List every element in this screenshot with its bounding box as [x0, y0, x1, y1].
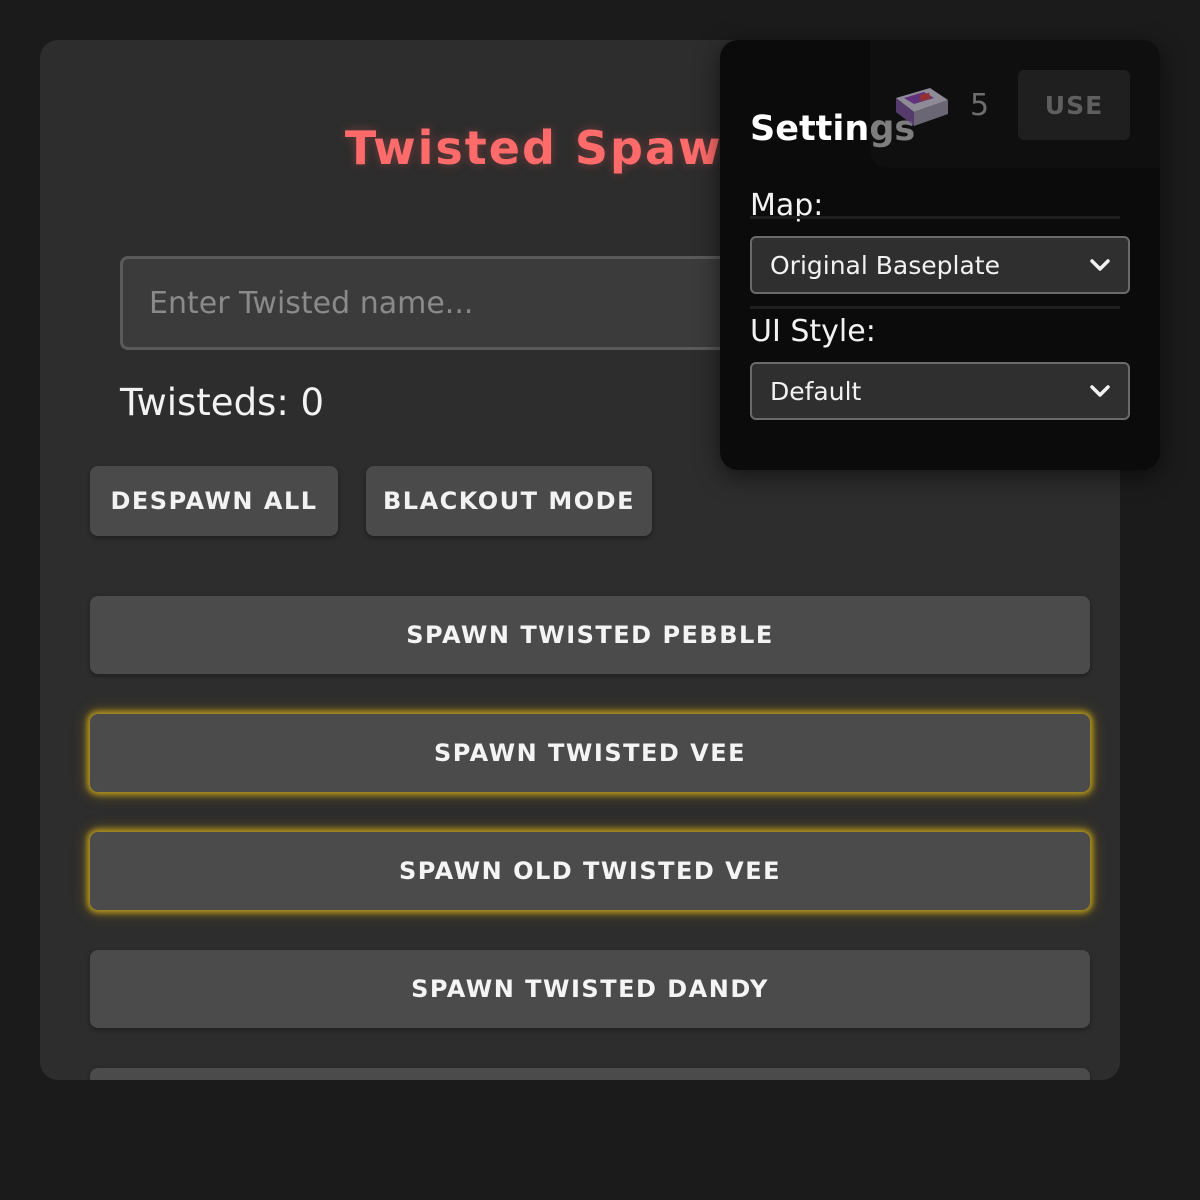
map-select[interactable]: Original Baseplate [750, 236, 1130, 294]
item-count: 5 [970, 88, 990, 123]
ui-style-select-value: Default [770, 376, 862, 406]
chevron-down-icon [1090, 385, 1110, 397]
spawn-twisted-vee-button[interactable]: SPAWN TWISTED VEE [90, 714, 1090, 792]
item-box-icon [896, 88, 948, 126]
map-label: Map: [750, 188, 824, 223]
spawn-old-twisted-vee-button[interactable]: SPAWN OLD TWISTED VEE [90, 832, 1090, 910]
spawn-button-partial[interactable] [90, 1068, 1090, 1080]
spawn-twisted-pebble-button[interactable]: SPAWN TWISTED PEBBLE [90, 596, 1090, 674]
chevron-down-icon [1090, 259, 1110, 271]
divider [750, 306, 1120, 309]
despawn-all-button[interactable]: DESPAWN ALL [90, 466, 338, 536]
divider [750, 216, 1120, 219]
spawn-twisted-dandy-button[interactable]: SPAWN TWISTED DANDY [90, 950, 1090, 1028]
ui-style-label: UI Style: [750, 314, 876, 349]
twisted-count: Twisteds: 0 [120, 381, 325, 424]
ui-style-select[interactable]: Default [750, 362, 1130, 420]
use-item-button[interactable]: USE [1018, 70, 1130, 140]
map-select-value: Original Baseplate [770, 250, 1000, 280]
blackout-mode-button[interactable]: BLACKOUT MODE [366, 466, 652, 536]
